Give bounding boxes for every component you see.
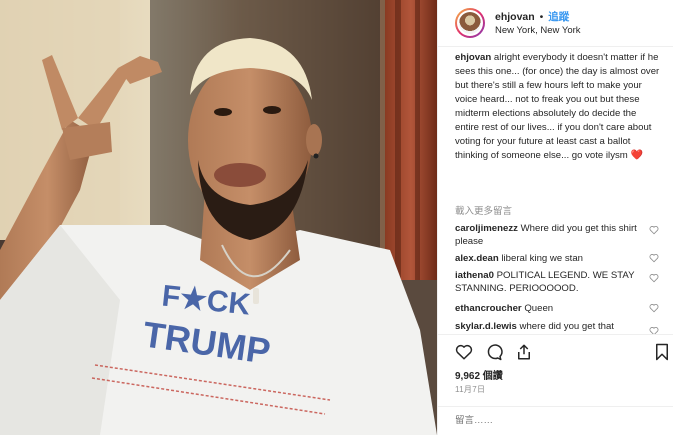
comments-section[interactable]: ehjovan alright everybody it doesn't mat… (438, 46, 673, 334)
username-link[interactable]: ehjovan (495, 11, 535, 23)
heart-icon[interactable] (455, 343, 473, 361)
caption-username[interactable]: ehjovan (455, 52, 491, 63)
post-caption: ehjovan alright everybody it doesn't mat… (455, 51, 660, 163)
photo-illustration: F★CK TRUMP (0, 0, 437, 435)
comment-item: caroljimenezz Where did you get this shi… (455, 222, 655, 248)
follow-button[interactable]: 追蹤 (548, 11, 569, 23)
comment-heart-icon[interactable] (649, 326, 659, 334)
user-line: ehjovan • 追蹤 (495, 9, 569, 24)
comment-item: ethancroucher Queen (455, 302, 655, 315)
comment-username[interactable]: alex.dean (455, 253, 499, 264)
likes-count[interactable]: 9,962 個讚 (455, 367, 503, 382)
separator-dot: • (539, 11, 544, 23)
add-comment-bar (438, 406, 673, 435)
post-actions: 9,962 個讚 11月7日 (438, 334, 673, 435)
comment-text: liberal king we stan (498, 253, 583, 264)
comment-text: Queen (521, 303, 554, 314)
comment-heart-icon[interactable] (649, 225, 659, 235)
comment-heart-icon[interactable] (649, 253, 659, 263)
caption-heart-emoji: ❤️ (630, 150, 643, 161)
comment-input[interactable] (455, 415, 605, 426)
location-link[interactable]: New York, New York (495, 25, 581, 36)
comment-item: alex.dean liberal king we stan (455, 252, 655, 265)
post-date: 11月7日 (455, 385, 486, 394)
post-header: ehjovan • 追蹤 New York, New York (438, 0, 673, 46)
comment-heart-icon[interactable] (649, 303, 659, 313)
comment-item: iathena0 POLITICAL LEGEND. WE STAY STANN… (455, 269, 655, 295)
comment-username[interactable]: iathena0 (455, 270, 494, 281)
comment-icon[interactable] (485, 343, 503, 361)
comment-text: where did you get that (516, 321, 614, 332)
post-side-panel: ehjovan • 追蹤 New York, New York ehjovan … (437, 0, 673, 435)
load-more-comments-button[interactable]: 載入更多留言 (455, 203, 512, 217)
comment-username[interactable]: caroljimenezz (455, 223, 518, 234)
avatar[interactable] (455, 8, 485, 38)
comment-username[interactable]: ethancroucher (455, 303, 522, 314)
caption-text: alright everybody it doesn't matter if h… (455, 52, 660, 161)
bookmark-icon[interactable] (653, 343, 671, 361)
comment-item: skylar.d.lewis where did you get that (455, 320, 655, 333)
share-icon[interactable] (515, 343, 533, 361)
comment-username[interactable]: skylar.d.lewis (455, 321, 517, 332)
post-photo[interactable]: F★CK TRUMP (0, 0, 437, 435)
comment-heart-icon[interactable] (649, 273, 659, 283)
